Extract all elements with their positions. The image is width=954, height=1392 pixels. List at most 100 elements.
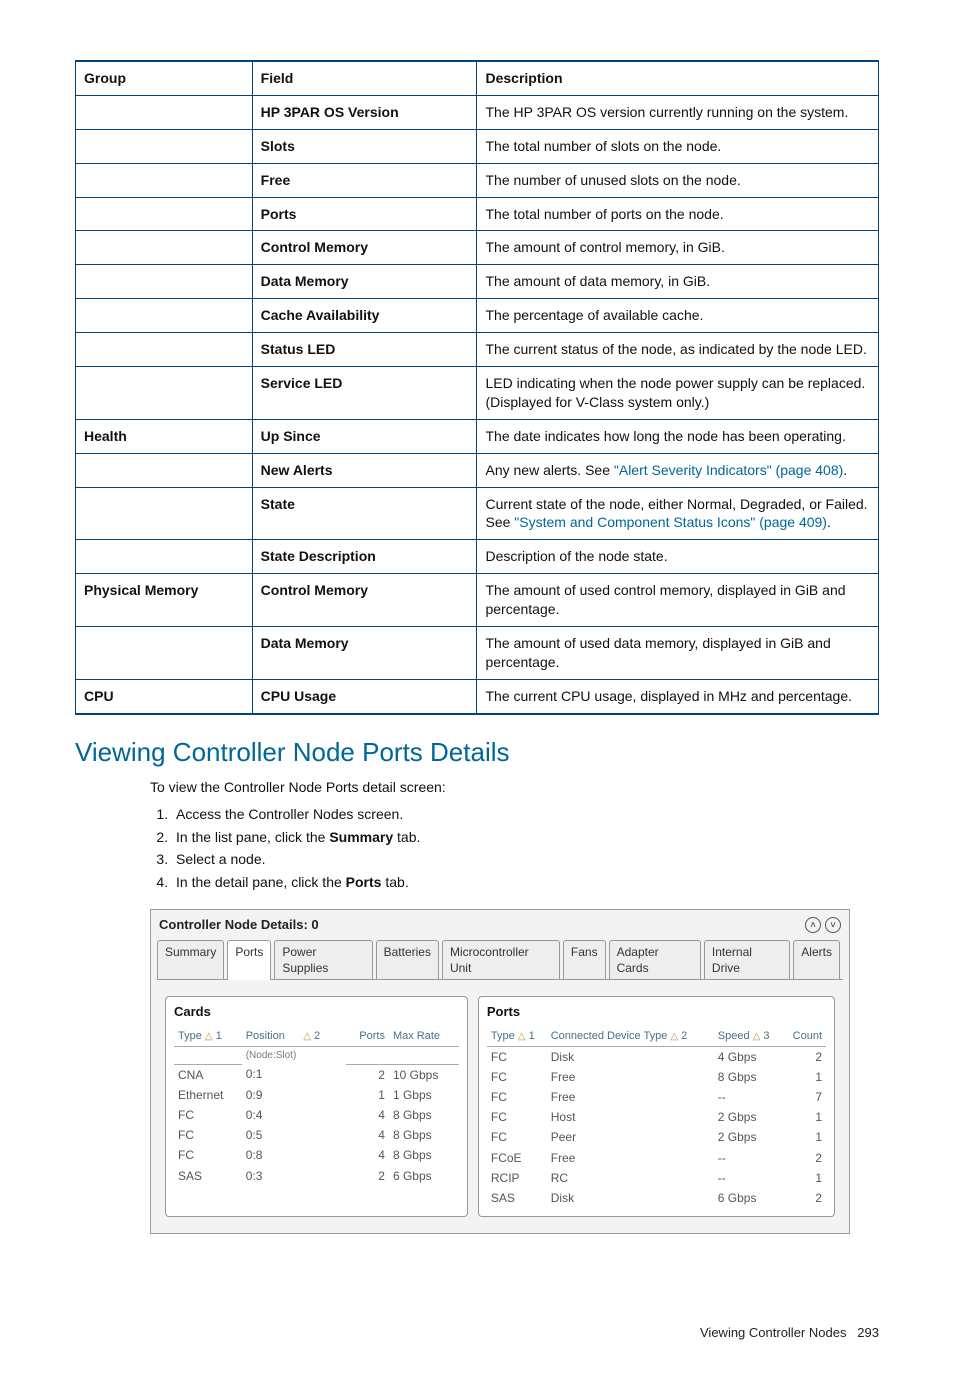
cards-col-position[interactable]: Position △ 2 (242, 1027, 347, 1046)
doc-link[interactable]: "Alert Severity Indicators" (page 408) (614, 462, 843, 478)
ports-col-speed[interactable]: Speed △ 3 (714, 1027, 783, 1046)
table-row[interactable]: FCFree8 Gbps1 (487, 1067, 826, 1087)
desc-cell: The total number of ports on the node. (477, 197, 879, 231)
ports-col-cdt[interactable]: Connected Device Type △ 2 (547, 1027, 714, 1046)
step-item: Access the Controller Nodes screen. (172, 803, 879, 826)
footer-text: Viewing Controller Nodes (700, 1325, 846, 1340)
table-row[interactable]: FC0:448 Gbps (174, 1105, 459, 1125)
table-row[interactable]: RCIPRC--1 (487, 1168, 826, 1188)
tab-fans[interactable]: Fans (563, 940, 606, 979)
collapse-up-icon[interactable]: ˄ (805, 917, 821, 933)
table-row[interactable]: FC0:848 Gbps (174, 1145, 459, 1165)
ports-panel: Ports Type △ 1 Connected Device Type △ 2… (478, 996, 835, 1217)
table-row[interactable]: FC0:548 Gbps (174, 1125, 459, 1145)
desc-cell: Description of the node state. (477, 540, 879, 574)
field-cell: State Description (252, 540, 477, 574)
tab-microcontroller-unit[interactable]: Microcontroller Unit (442, 940, 560, 979)
desc-cell: The date indicates how long the node has… (477, 419, 879, 453)
field-cell: State (252, 487, 477, 540)
table-row[interactable]: Ethernet0:911 Gbps (174, 1085, 459, 1105)
group-cell (76, 129, 253, 163)
step-item: In the detail pane, click the Ports tab. (172, 871, 879, 894)
ports-col-count[interactable]: Count (783, 1027, 826, 1046)
group-cell (76, 627, 253, 680)
table-row[interactable]: FCHost2 Gbps1 (487, 1107, 826, 1127)
desc-cell: The number of unused slots on the node. (477, 163, 879, 197)
panel-title: Controller Node Details: 0 (159, 916, 319, 934)
collapse-down-icon[interactable]: ˅ (825, 917, 841, 933)
field-cell: Free (252, 163, 477, 197)
section-heading: Viewing Controller Node Ports Details (75, 735, 879, 770)
col-desc: Description (477, 61, 879, 95)
desc-cell: The current CPU usage, displayed in MHz … (477, 679, 879, 713)
sort-icon: △ (303, 1031, 311, 1042)
field-cell: CPU Usage (252, 679, 477, 713)
desc-cell: Current state of the node, either Normal… (477, 487, 879, 540)
group-cell (76, 265, 253, 299)
col-group: Group (76, 61, 253, 95)
intro-text: To view the Controller Node Ports detail… (150, 778, 879, 797)
table-row[interactable]: FCFree--7 (487, 1087, 826, 1107)
field-cell: Cache Availability (252, 299, 477, 333)
field-cell: Ports (252, 197, 477, 231)
desc-cell: The total number of slots on the node. (477, 129, 879, 163)
field-cell: Data Memory (252, 265, 477, 299)
reference-table: Group Field Description HP 3PAR OS Versi… (75, 60, 879, 715)
group-cell (76, 333, 253, 367)
group-cell: Health (76, 419, 253, 453)
desc-cell: The amount of data memory, in GiB. (477, 265, 879, 299)
tab-power-supplies[interactable]: Power Supplies (274, 940, 372, 979)
controller-node-details-panel: Controller Node Details: 0 ˄ ˅ SummaryPo… (150, 909, 850, 1234)
table-row[interactable]: FCoEFree--2 (487, 1148, 826, 1168)
group-cell (76, 95, 253, 129)
ports-panel-title: Ports (487, 1003, 826, 1021)
sort-icon: △ (518, 1031, 526, 1042)
table-row[interactable]: SASDisk6 Gbps2 (487, 1188, 826, 1208)
tab-batteries[interactable]: Batteries (376, 940, 439, 979)
ports-table: Type △ 1 Connected Device Type △ 2 Speed… (487, 1027, 826, 1208)
cards-col-rate[interactable]: Max Rate (389, 1027, 459, 1046)
table-row[interactable]: FCDisk4 Gbps2 (487, 1046, 826, 1067)
tab-alerts[interactable]: Alerts (793, 940, 840, 979)
cards-panel-title: Cards (174, 1003, 459, 1021)
step-item: In the list pane, click the Summary tab. (172, 826, 879, 849)
table-row[interactable]: SAS0:326 Gbps (174, 1166, 459, 1186)
tab-adapter-cards[interactable]: Adapter Cards (609, 940, 701, 979)
table-row[interactable]: CNA0:1210 Gbps (174, 1064, 459, 1085)
ports-col-type[interactable]: Type △ 1 (487, 1027, 547, 1046)
cards-col-ports[interactable]: Ports (346, 1027, 389, 1046)
col-field: Field (252, 61, 477, 95)
sort-icon: △ (205, 1031, 213, 1042)
cards-table: Type △ 1 Position △ 2 Ports Max Rate (No… (174, 1027, 459, 1186)
table-row[interactable]: FCPeer2 Gbps1 (487, 1127, 826, 1147)
desc-cell: LED indicating when the node power suppl… (477, 367, 879, 420)
tab-summary[interactable]: Summary (157, 940, 224, 979)
field-cell: Control Memory (252, 231, 477, 265)
desc-cell: The percentage of available cache. (477, 299, 879, 333)
field-cell: Slots (252, 129, 477, 163)
field-cell: Status LED (252, 333, 477, 367)
field-cell: Data Memory (252, 627, 477, 680)
tab-internal-drive[interactable]: Internal Drive (704, 940, 790, 979)
cards-panel: Cards Type △ 1 Position △ 2 Ports Max Ra… (165, 996, 468, 1217)
desc-cell: The amount of control memory, in GiB. (477, 231, 879, 265)
field-cell: Control Memory (252, 574, 477, 627)
footer-page: 293 (857, 1325, 879, 1340)
field-cell: Service LED (252, 367, 477, 420)
desc-cell: Any new alerts. See "Alert Severity Indi… (477, 453, 879, 487)
cards-col-type[interactable]: Type △ 1 (174, 1027, 242, 1046)
sort-icon: △ (670, 1031, 678, 1042)
cards-col-position-sub: (Node:Slot) (242, 1046, 347, 1064)
desc-cell: The amount of used data memory, displaye… (477, 627, 879, 680)
desc-cell: The HP 3PAR OS version currently running… (477, 95, 879, 129)
group-cell (76, 453, 253, 487)
page-footer: Viewing Controller Nodes 293 (75, 1324, 879, 1342)
group-cell (76, 487, 253, 540)
sort-icon: △ (753, 1031, 761, 1042)
detail-tabstrip: SummaryPortsPower SuppliesBatteriesMicro… (157, 940, 843, 980)
group-cell: Physical Memory (76, 574, 253, 627)
field-cell: New Alerts (252, 453, 477, 487)
tab-ports[interactable]: Ports (227, 940, 271, 979)
desc-cell: The amount of used control memory, displ… (477, 574, 879, 627)
doc-link[interactable]: "System and Component Status Icons" (pag… (514, 514, 827, 530)
